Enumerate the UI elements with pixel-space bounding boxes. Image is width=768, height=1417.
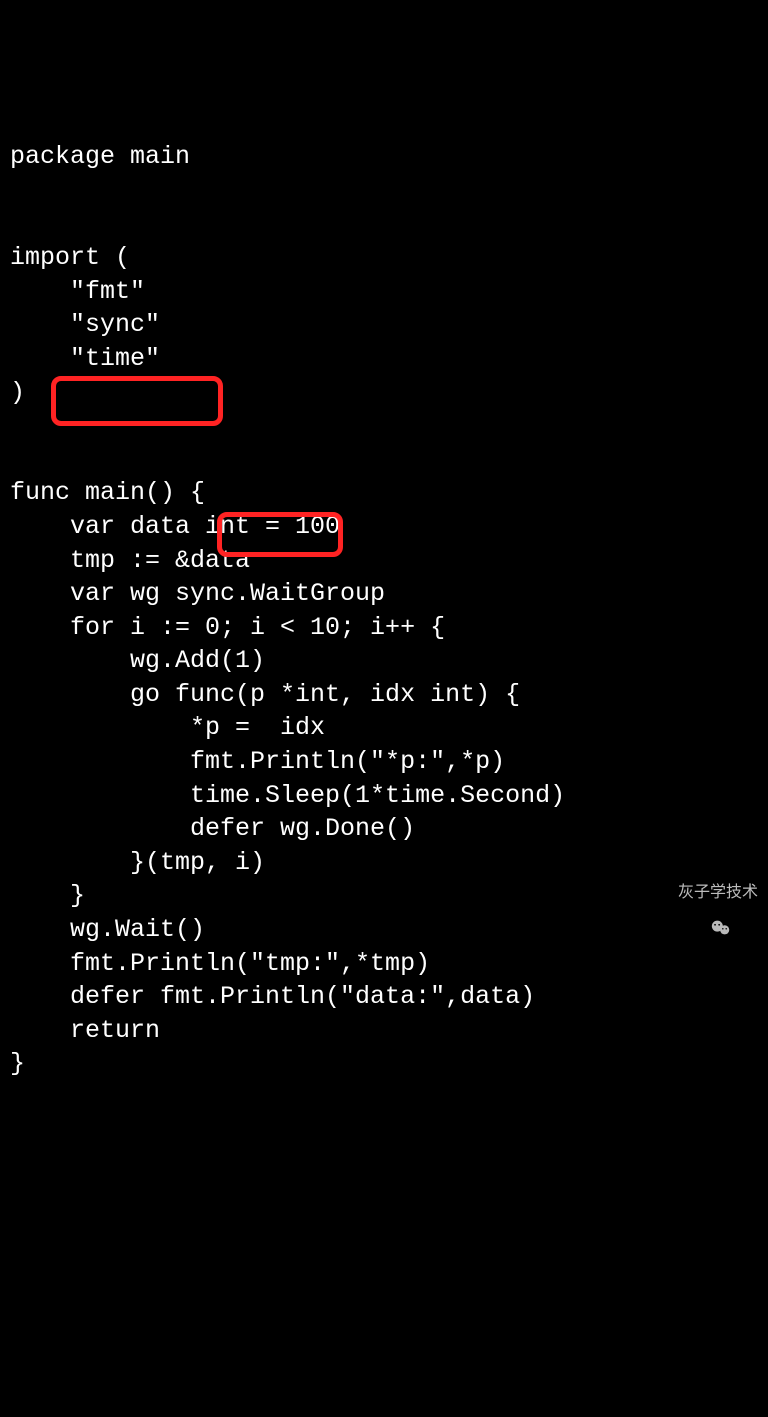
code-content: package main import ( "fmt" "sync" "time…: [10, 142, 565, 1078]
watermark: 灰子学技术: [650, 876, 758, 910]
wechat-icon: [650, 882, 672, 904]
watermark-text: 灰子学技术: [678, 876, 758, 910]
code-block: package main import ( "fmt" "sync" "time…: [0, 134, 768, 1081]
